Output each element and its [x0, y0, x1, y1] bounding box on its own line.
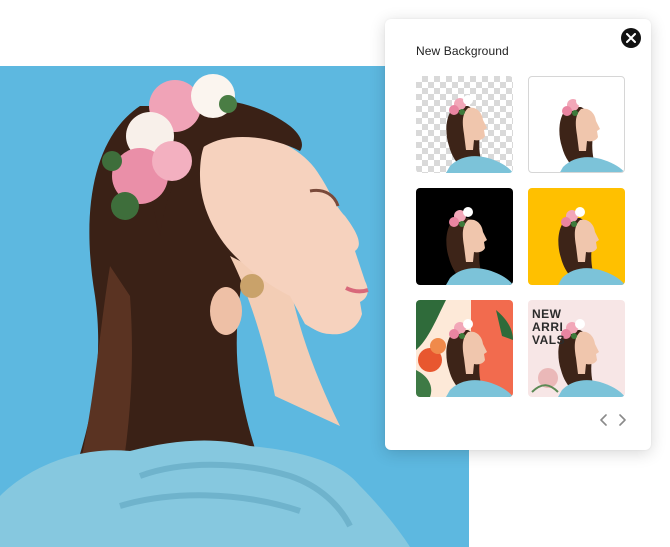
chevron-right-icon — [619, 414, 626, 426]
background-option-floral[interactable] — [416, 300, 513, 397]
thumbnail-pagination — [597, 412, 629, 428]
background-option-yellow[interactable] — [528, 188, 625, 285]
background-options-grid: NEW ARRI VALS — [416, 76, 625, 397]
new-arrivals-text: NEW ARRI VALS — [532, 307, 566, 347]
thumbnail-woman-image — [446, 207, 513, 285]
background-option-new-arrivals[interactable]: NEW ARRI VALS — [528, 300, 625, 397]
new-background-panel: New Background NEW ARRI VALS — [385, 19, 651, 450]
thumbnail-woman-image — [558, 207, 625, 285]
background-option-black[interactable] — [416, 188, 513, 285]
prev-button[interactable] — [597, 412, 611, 428]
panel-title: New Background — [416, 44, 509, 58]
thumbnail-woman-image — [446, 95, 513, 173]
background-option-transparent[interactable] — [416, 76, 513, 173]
chevron-left-icon — [600, 414, 607, 426]
background-option-white[interactable] — [528, 76, 625, 173]
thumbnail-woman-image — [559, 96, 624, 172]
close-icon — [626, 33, 636, 43]
thumbnail-floral-image — [416, 300, 513, 397]
close-button[interactable] — [621, 28, 641, 48]
next-button[interactable] — [615, 412, 629, 428]
